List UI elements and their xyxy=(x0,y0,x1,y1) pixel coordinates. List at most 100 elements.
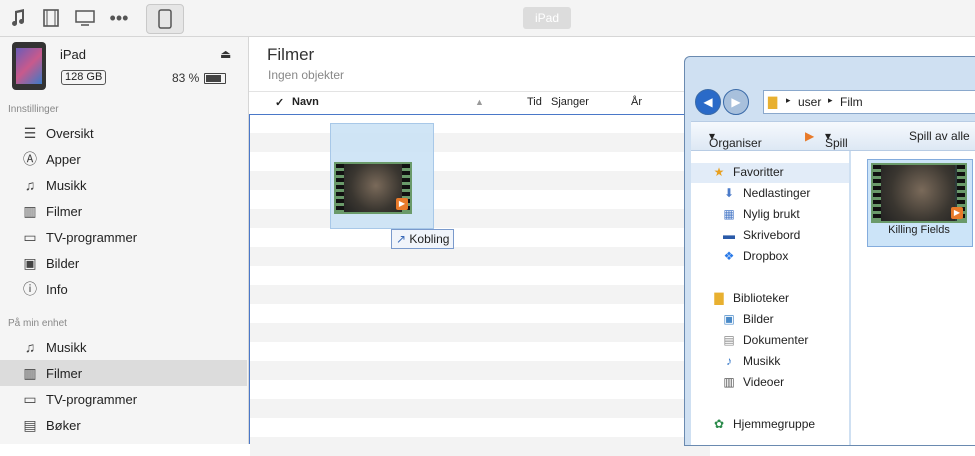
document-icon: ▤ xyxy=(723,333,735,347)
apps-icon: Ⓐ xyxy=(23,151,37,167)
organise-button[interactable]: Organiser ▾ xyxy=(709,129,762,150)
sidebar-item-label: Apper xyxy=(46,151,81,167)
sidebar-item-filmer[interactable]: ▥ Filmer xyxy=(0,198,247,224)
sidebar-item-label: Bøker xyxy=(46,417,81,433)
sidebar-item-label: Bilder xyxy=(46,255,80,271)
nav-item-dropbox[interactable]: ❖ Dropbox xyxy=(721,249,789,263)
sidebar-item-label: Filmer xyxy=(46,203,83,219)
nav-item-downloads[interactable]: ⬇ Nedlastinger xyxy=(721,186,810,200)
more-icon[interactable]: ••• xyxy=(108,6,130,30)
address-bar[interactable]: ▇ ▸ user ▸ Film xyxy=(763,90,975,114)
film-icon: ▥ xyxy=(23,364,37,381)
sort-arrow-icon: ▲ xyxy=(475,97,484,107)
tv-icon[interactable] xyxy=(74,6,96,30)
device-image xyxy=(12,42,46,90)
column-header: ✓ Navn ▲ Tid Sjanger År xyxy=(249,91,709,115)
sidebar-item-label: Filmer xyxy=(46,365,83,381)
explorer-window: ◀ ▶ ▇ ▸ user ▸ Film Organiser ▾ ▶ Spill … xyxy=(684,56,975,446)
main-pane: Filmer Ingen objekter ✓ Navn ▲ Tid Sjang… xyxy=(249,37,710,456)
star-icon: ★ xyxy=(713,165,725,179)
movie-list[interactable] xyxy=(249,114,710,456)
info-icon: ⓘ xyxy=(23,281,37,297)
col-genre[interactable]: Sjanger xyxy=(551,96,589,108)
link-tooltip: ↗ Kobling xyxy=(391,229,455,249)
sidebar-item-device-boker[interactable]: ▤ Bøker xyxy=(0,412,247,438)
book-icon: ▤ xyxy=(23,416,37,433)
film-icon[interactable] xyxy=(40,6,62,30)
nav-item-recent[interactable]: ▦ Nylig brukt xyxy=(721,207,799,221)
col-name[interactable]: Navn xyxy=(292,96,319,108)
sidebar-item-label: Musikk xyxy=(46,339,87,355)
video-icon: ▥ xyxy=(723,375,735,389)
toolbar: ••• iPad xyxy=(0,0,975,37)
eject-icon[interactable]: ⏏ xyxy=(220,47,231,61)
sidebar-item-label: Info xyxy=(46,281,68,297)
sidebar-item-label: TV-programmer xyxy=(46,229,138,245)
col-year[interactable]: År xyxy=(631,96,642,108)
overview-icon: ☰ xyxy=(23,124,37,141)
recent-icon: ▦ xyxy=(723,207,735,221)
link-arrow-icon: ↗ xyxy=(396,232,407,246)
nav-item-pictures[interactable]: ▣ Bilder xyxy=(721,312,773,326)
battery-icon xyxy=(204,73,226,84)
video-thumbnail-icon: ▶ xyxy=(334,162,412,214)
sidebar-item-label: TV-programmer xyxy=(46,391,138,407)
forward-button[interactable]: ▶ xyxy=(723,89,749,115)
play-button[interactable]: Spill av ▾ xyxy=(825,129,848,164)
music-note-icon[interactable] xyxy=(8,6,28,30)
path-segment[interactable]: Film xyxy=(840,95,863,109)
favorites-header[interactable]: ★ Favoritter xyxy=(711,165,784,179)
col-time[interactable]: Tid xyxy=(527,96,542,108)
file-name: Killing Fields xyxy=(888,224,950,236)
drag-preview: ▶ xyxy=(330,123,434,229)
device-name: iPad xyxy=(60,47,87,62)
back-button[interactable]: ◀ xyxy=(695,89,721,115)
sidebar-item-label: Oversikt xyxy=(46,125,94,141)
dropbox-icon: ❖ xyxy=(723,249,735,263)
sidebar-item-tv[interactable]: ▭ TV-programmer xyxy=(0,224,247,250)
homegroup-icon: ✿ xyxy=(713,417,725,431)
play-all-button[interactable]: Spill av alle xyxy=(909,129,970,143)
sidebar-item-info[interactable]: ⓘ Info xyxy=(0,276,247,302)
sidebar-item-musikk[interactable]: ♫ Musikk xyxy=(0,172,247,198)
music-icon: ♫ xyxy=(24,339,36,355)
settings-header: Innstillinger xyxy=(8,104,59,115)
battery-percent: 83 % xyxy=(172,71,200,85)
tv-icon: ▭ xyxy=(23,228,37,245)
sidebar-item-oversikt[interactable]: ☰ Oversikt xyxy=(0,120,247,146)
sidebar-item-bilder[interactable]: ▣ Bilder xyxy=(0,250,247,276)
sidebar-item-label: Musikk xyxy=(46,177,87,193)
libraries-header[interactable]: ▇ Biblioteker xyxy=(711,291,789,305)
nav-item-homegroup[interactable]: ✿ Hjemmegruppe xyxy=(711,417,815,431)
library-icon: ▇ xyxy=(714,291,724,305)
sidebar-item-device-filmer[interactable]: ▥ Filmer xyxy=(0,360,247,386)
nav-item-videos[interactable]: ▥ Videoer xyxy=(721,375,784,389)
film-icon: ▥ xyxy=(23,202,37,219)
folder-icon: ▇ xyxy=(768,95,778,109)
sidebar: iPad ⏏ 128 GB 83 % Innstillinger ☰ Overs… xyxy=(0,37,249,444)
nav-item-documents[interactable]: ▤ Dokumenter xyxy=(721,333,808,347)
sidebar-item-device-musikk[interactable]: ♫ Musikk xyxy=(0,334,247,360)
page-subtitle: Ingen objekter xyxy=(268,68,345,82)
desktop-icon: ▬ xyxy=(723,228,735,242)
device-capacity: 128 GB xyxy=(61,70,107,85)
path-segment[interactable]: user xyxy=(798,95,821,109)
device-title: iPad xyxy=(523,7,571,29)
nav-item-music[interactable]: ♪ Musikk xyxy=(721,354,780,368)
sidebar-item-device-tv[interactable]: ▭ TV-programmer xyxy=(0,386,247,412)
sidebar-item-apper[interactable]: Ⓐ Apper xyxy=(0,146,247,172)
command-bar: Organiser ▾ ▶ Spill av ▾ Spill av alle xyxy=(691,121,975,164)
pictures-icon: ▣ xyxy=(723,312,735,326)
video-thumbnail-icon: ▶ xyxy=(871,163,967,223)
music-icon: ♫ xyxy=(24,177,36,193)
nav-item-desktop[interactable]: ▬ Skrivebord xyxy=(721,228,800,242)
page-title: Filmer xyxy=(267,45,315,64)
download-icon: ⬇ xyxy=(723,186,735,200)
music-icon: ♪ xyxy=(726,354,732,368)
camera-icon: ▣ xyxy=(23,254,37,271)
tv-icon: ▭ xyxy=(23,390,37,407)
col-check[interactable]: ✓ xyxy=(275,96,284,109)
play-icon: ▶ xyxy=(805,129,815,143)
ipad-icon[interactable] xyxy=(146,4,184,34)
device-header: På min enhet xyxy=(8,318,67,329)
